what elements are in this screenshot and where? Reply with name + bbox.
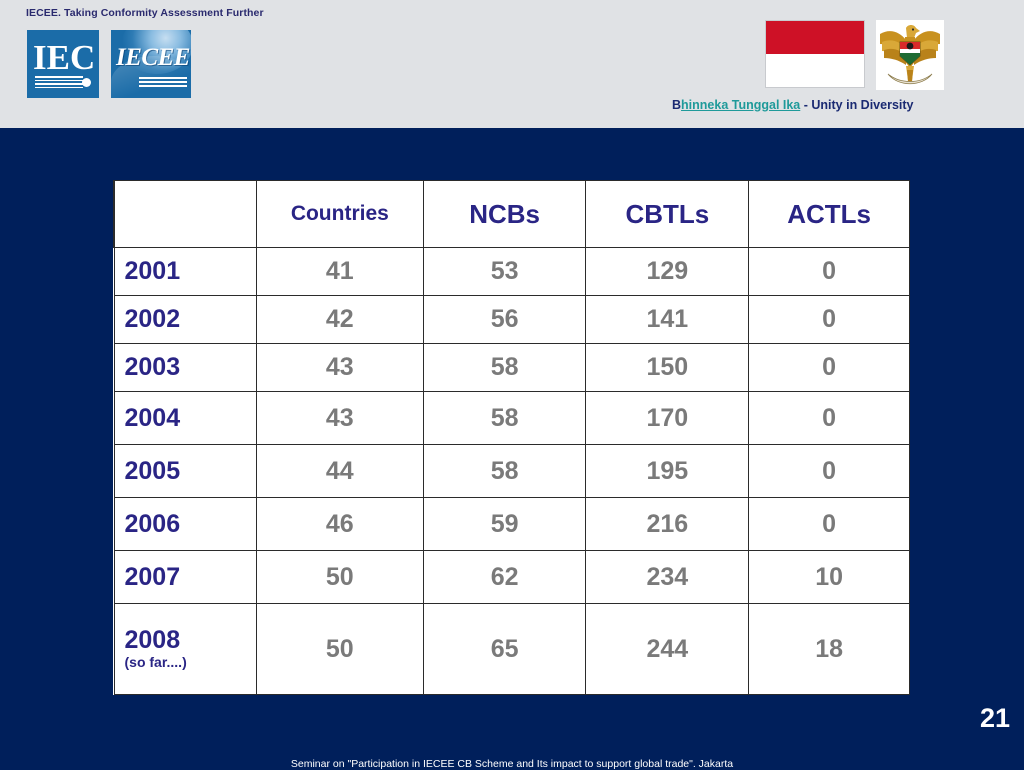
- iec-logo-text: IEC: [33, 38, 96, 77]
- cell-cbtls: 150: [585, 343, 750, 392]
- cell-cbtls: 141: [585, 295, 750, 344]
- year-label: 2005: [124, 456, 181, 485]
- cell-countries: 41: [255, 247, 424, 296]
- table-row: 2004 43 58 170 0: [113, 391, 910, 445]
- cell-ncbs: 58: [422, 391, 587, 445]
- cell-countries: 44: [255, 444, 424, 498]
- cell-cbtls: 195: [585, 444, 750, 498]
- cell-actls: 0: [748, 247, 910, 296]
- cell-cbtls: 244: [585, 603, 750, 695]
- column-header-cbtls: CBTLs: [585, 180, 750, 248]
- cell-countries: 50: [255, 550, 424, 604]
- year-label: 2002: [124, 305, 181, 334]
- column-header-ncbs: NCBs: [422, 180, 587, 248]
- indonesia-flag-icon: [765, 20, 865, 88]
- cell-actls: 0: [748, 391, 910, 445]
- iec-logo-bars-icon: [35, 76, 83, 88]
- iecee-statistics-table: Countries NCBs CBTLs ACTLs 2001 41 53 12…: [112, 180, 910, 695]
- cell-countries: 46: [255, 497, 424, 551]
- table-row: 2008 (so far....) 50 65 244 18: [113, 603, 910, 695]
- year-label: 2007: [124, 562, 181, 591]
- motto-translation: - Unity in Diversity: [800, 98, 914, 112]
- cell-cbtls: 170: [585, 391, 750, 445]
- row-year-2002: 2002: [113, 295, 257, 344]
- flag-red-band: [766, 21, 864, 54]
- cell-actls: 0: [748, 343, 910, 392]
- slide-number: 21: [979, 703, 1010, 733]
- cell-ncbs: 62: [422, 550, 587, 604]
- cell-ncbs: 58: [422, 444, 587, 498]
- table-row: 2007 50 62 234 10: [113, 550, 910, 604]
- cell-countries: 43: [255, 343, 424, 392]
- cell-countries: 42: [255, 295, 424, 344]
- iec-logo: IEC: [27, 30, 99, 98]
- cell-actls: 18: [748, 603, 910, 695]
- row-year-2007: 2007: [113, 550, 257, 604]
- year-label: 2001: [124, 257, 181, 286]
- row-year-2005: 2005: [113, 444, 257, 498]
- table-header-row: Countries NCBs CBTLs ACTLs: [112, 180, 910, 248]
- row-year-2008: 2008 (so far....): [113, 603, 257, 695]
- national-motto: Bhinneka Tunggal Ika - Unity in Diversit…: [672, 98, 914, 112]
- table-row: 2002 42 56 141 0: [113, 295, 910, 344]
- table-row: 2003 43 58 150 0: [113, 343, 910, 392]
- year-label: 2008: [124, 626, 181, 655]
- cell-ncbs: 65: [422, 603, 587, 695]
- row-year-2001: 2001: [113, 247, 257, 296]
- table-row: 2006 46 59 216 0: [113, 497, 910, 551]
- cell-ncbs: 53: [422, 247, 587, 296]
- iecee-logo-bars-icon: [139, 77, 187, 88]
- cell-actls: 0: [748, 497, 910, 551]
- iecee-logo-text: IECEE: [116, 44, 190, 71]
- flag-white-band: [766, 54, 864, 87]
- cell-actls: 0: [748, 295, 910, 344]
- cell-actls: 0: [748, 444, 910, 498]
- year-note: (so far....): [124, 653, 187, 670]
- garuda-pancasila-emblem-icon: [876, 20, 944, 90]
- cell-cbtls: 234: [585, 550, 750, 604]
- table-row: 2001 41 53 129 0: [113, 247, 910, 296]
- cell-cbtls: 129: [585, 247, 750, 296]
- cell-cbtls: 216: [585, 497, 750, 551]
- motto-text: hinneka Tunggal Ika: [681, 98, 801, 112]
- year-label: 2006: [124, 509, 181, 538]
- motto-lead-letter: B: [672, 98, 682, 112]
- header-band: IECEE. Taking Conformity Assessment Furt…: [0, 0, 1024, 128]
- iec-logo-dot-icon: [82, 78, 91, 87]
- row-year-2004: 2004: [113, 391, 257, 445]
- year-label: 2004: [124, 403, 181, 432]
- year-label: 2003: [124, 353, 181, 382]
- footer-note: Seminar on "Participation in IECEE CB Sc…: [290, 758, 734, 770]
- row-year-2006: 2006: [113, 497, 257, 551]
- column-header-blank: [112, 180, 257, 248]
- cell-ncbs: 58: [422, 343, 587, 392]
- row-year-2003: 2003: [113, 343, 257, 392]
- brand-tagline: IECEE. Taking Conformity Assessment Furt…: [26, 7, 264, 19]
- table-row: 2005 44 58 195 0: [113, 444, 910, 498]
- column-header-actls: ACTLs: [748, 180, 910, 248]
- cell-actls: 10: [748, 550, 910, 604]
- cell-countries: 50: [255, 603, 424, 695]
- cell-ncbs: 59: [422, 497, 587, 551]
- column-header-countries: Countries: [255, 180, 424, 248]
- cell-countries: 43: [255, 391, 424, 445]
- cell-ncbs: 56: [422, 295, 587, 344]
- iecee-logo: IECEE: [111, 30, 191, 98]
